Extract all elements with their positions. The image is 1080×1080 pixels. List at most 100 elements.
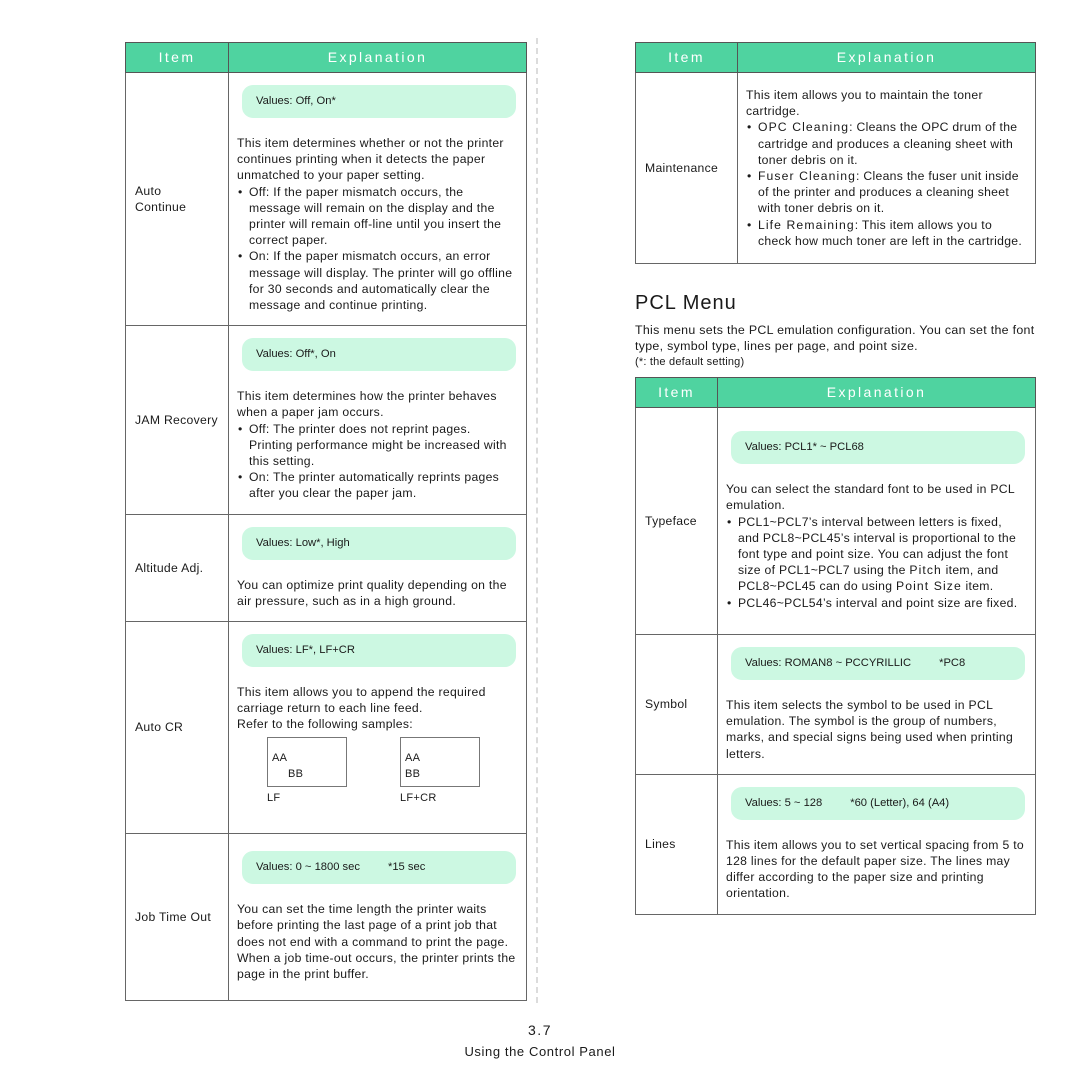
intro-text: This menu sets the PCL emulation configu… [635, 323, 1035, 353]
bullet-term: Fuser Cleaning [758, 169, 857, 183]
item-jam-recovery: JAM Recovery [125, 325, 229, 515]
explanation-text: This item determines whether or not the … [237, 136, 504, 183]
explanation-jam-recovery: Values: Off*, On This item determines ho… [228, 325, 527, 515]
explanation-lines: Values: 5 ~ 128 *60 (Letter), 64 (A4) Thi… [717, 773, 1036, 915]
values-range: Values: 0 ~ 1800 sec [256, 861, 360, 874]
item-maintenance: Maintenance [635, 72, 738, 264]
header-explanation: Explanation [717, 377, 1036, 408]
sample-lf: AA BB LF [267, 736, 347, 806]
explanation-typeface: Values: PCL1* ~ PCL68 You can select the… [717, 407, 1036, 635]
item-auto-cr: Auto CR [125, 621, 229, 834]
explanation-text: You can optimize print quality depending… [237, 577, 507, 608]
item-auto-continue: Auto Continue [125, 71, 229, 327]
header-item: Item [125, 42, 229, 73]
bullet-list: PCL1~PCL7’s interval between letters is … [726, 514, 1025, 611]
header-explanation: Explanation [228, 42, 527, 73]
values-box: Values: ROMAN8 ~ PCCYRILLIC *PC8 [731, 647, 1025, 680]
bullet-item: On: If the paper mismatch occurs, an err… [237, 248, 516, 313]
values-default: *PC8 [939, 657, 966, 669]
bullet-item: On: The printer automatically reprints p… [237, 469, 516, 501]
explanation-text: When a job time-out occurs, the printer … [237, 950, 516, 981]
bullet-list: OPC Cleaning: Cleans the OPC drum of the… [746, 119, 1025, 249]
table-header-row: Item Explanation [635, 42, 1036, 73]
table-row-auto-continue: Auto Continue Values: Off, On* This item… [125, 71, 527, 327]
table-row-symbol: Symbol Values: ROMAN8 ~ PCCYRILLIC *PC8 T… [635, 634, 1036, 775]
sample-caption: LF+CR [400, 791, 437, 804]
explanation-altitude-adj: Values: Low*, High You can optimize prin… [228, 513, 527, 623]
values-default: *15 sec [387, 861, 426, 874]
bullet-item: Fuser Cleaning: Cleans the fuser unit in… [746, 168, 1025, 217]
bullet-item: PCL46~PCL54’s interval and point size ar… [726, 595, 1025, 611]
item-label-line1: Auto [135, 183, 162, 198]
values-default: *60 (Letter), 64 (A4) [850, 796, 950, 809]
values-range: Values: ROMAN8 ~ PCCYRILLIC [745, 657, 912, 669]
sample-box: AA BB [267, 736, 347, 787]
bullet-list: Off: The printer does not reprint pages.… [237, 421, 516, 502]
table-row-job-time-out: Job Time Out Values: 0 ~ 1800 sec *15 sec… [125, 832, 527, 1001]
table-row-altitude-adj: Altitude Adj. Values: Low*, High You can… [125, 513, 527, 623]
sample-caption: LF [267, 791, 281, 804]
table-row-lines: Lines Values: 5 ~ 128 *60 (Letter), 64 (A… [635, 773, 1036, 915]
bullet-list: Off: If the paper mismatch occurs, the m… [237, 184, 516, 314]
pcl-table: Item Explanation Typeface Values: PCL1* … [635, 377, 1036, 915]
chapter-title: Using the Control Panel [464, 1044, 616, 1059]
sample-lf-cr: AA BB LF+CR [400, 736, 480, 806]
bullet-text: item. [961, 579, 994, 594]
header-item: Item [635, 42, 738, 73]
bullet-item: Off: The printer does not reprint pages.… [237, 421, 516, 470]
explanation-text: This item selects the symbol to be used … [726, 698, 1014, 761]
table-header-row: Item Explanation [635, 377, 1036, 408]
item-label-line2: Continue [135, 200, 187, 215]
table-row-jam-recovery: JAM Recovery Values: Off*, On This item … [125, 325, 527, 515]
values-box: Values: PCL1* ~ PCL68 [731, 431, 1025, 465]
item-job-time-out: Job Time Out [125, 832, 229, 1001]
bullet-term: Pitch [909, 563, 942, 578]
table-row-typeface: Typeface Values: PCL1* ~ PCL68 You can s… [635, 407, 1036, 635]
values-box: Values: Low*, High [242, 526, 516, 560]
column-divider [536, 38, 538, 1003]
bullet-term: OPC Cleaning [758, 120, 850, 135]
sample-line: AA [272, 751, 288, 764]
bullet-item: OPC Cleaning: Cleans the OPC drum of the… [746, 119, 1025, 168]
item-symbol: Symbol [635, 634, 718, 775]
values-box: Values: LF*, LF+CR [242, 634, 516, 668]
settings-table-left: Item Explanation Auto Continue Values: O… [125, 42, 527, 1001]
item-altitude-adj: Altitude Adj. [125, 513, 229, 623]
bullet-item: PCL1~PCL7’s interval between letters is … [726, 514, 1025, 595]
explanation-auto-continue: Values: Off, On* This item determines wh… [228, 71, 527, 327]
values-box: Values: 5 ~ 128 *60 (Letter), 64 (A4) [731, 786, 1025, 820]
values-box: Values: Off*, On [242, 338, 516, 372]
values-box: Values: 0 ~ 1800 sec *15 sec [242, 851, 516, 885]
explanation-job-time-out: Values: 0 ~ 1800 sec *15 sec You can set … [228, 832, 527, 1001]
bullet-term: Point Size [895, 579, 962, 594]
cr-samples: AA BB LF AA BB LF+CR [237, 736, 516, 821]
sample-box: AA BB [400, 736, 480, 787]
section-title: PCL Menu [635, 292, 737, 314]
settings-table-right: Item Explanation Maintenance This item a… [635, 42, 1036, 264]
bullet-term: Life Remaining [758, 217, 855, 232]
explanation-text: You can set the time length the printer … [237, 902, 509, 949]
sample-line: BB [288, 767, 304, 780]
explanation-text: This item allows you to append the requi… [237, 685, 486, 716]
default-note: (*: the default setting) [635, 356, 745, 368]
values-range: Values: 5 ~ 128 [745, 796, 823, 809]
sample-line: BB [405, 767, 421, 780]
values-box: Values: Off, On* [242, 85, 516, 118]
explanation-text: You can select the standard font to be u… [726, 482, 1015, 513]
explanation-text: This item allows you to maintain the ton… [746, 87, 983, 119]
table-row-auto-cr: Auto CR Values: LF*, LF+CR This item all… [125, 621, 527, 834]
bullet-item: Life Remaining: This item allows you to … [746, 217, 1025, 249]
table-row-maintenance: Maintenance This item allows you to main… [635, 72, 1036, 264]
header-explanation: Explanation [737, 42, 1036, 73]
explanation-auto-cr: Values: LF*, LF+CR This item allows you … [228, 621, 527, 834]
item-typeface: Typeface [635, 407, 718, 635]
header-item: Item [635, 377, 718, 408]
explanation-symbol: Values: ROMAN8 ~ PCCYRILLIC *PC8 This ite… [717, 634, 1036, 775]
explanation-text: Refer to the following samples: [237, 717, 413, 732]
bullet-item: Off: If the paper mismatch occurs, the m… [237, 184, 516, 249]
explanation-maintenance: This item allows you to maintain the ton… [737, 72, 1036, 264]
explanation-text: This item determines how the printer beh… [237, 389, 497, 420]
item-lines: Lines [635, 773, 718, 915]
sample-line: AA [405, 751, 421, 764]
page-number: 3.7 [528, 1022, 552, 1038]
